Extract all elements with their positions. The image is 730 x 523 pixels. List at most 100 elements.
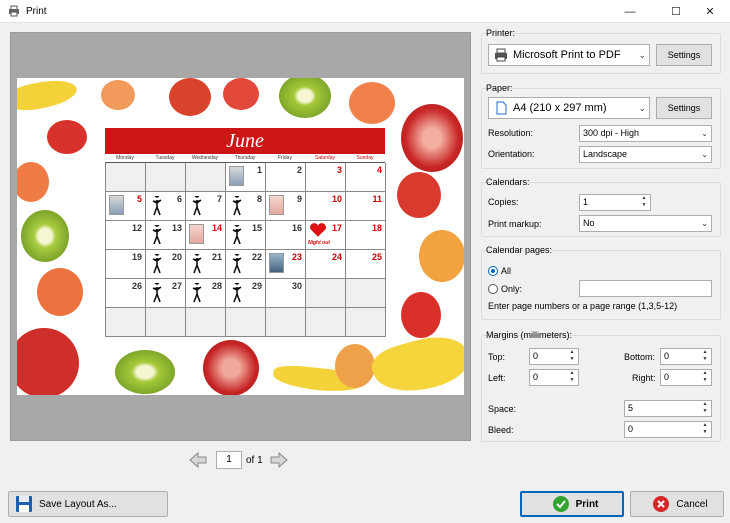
- cancel-button[interactable]: Cancel: [630, 491, 724, 517]
- event-note: Night out: [308, 240, 330, 246]
- calendar-day-cell: [186, 308, 226, 337]
- calendar-day-cell: 9: [266, 192, 306, 221]
- weekday-label: Tuesday: [155, 155, 175, 161]
- calendar-day-cell: [146, 308, 186, 337]
- spin-arrows-icon[interactable]: ▲ ▼: [566, 370, 578, 385]
- calendar-day-number: 5: [136, 194, 142, 204]
- dancer-icon: [152, 225, 162, 245]
- all-pages-radio[interactable]: [488, 266, 498, 276]
- calendar-day-number: 19: [131, 252, 142, 262]
- next-page-button[interactable]: [269, 451, 289, 469]
- event-photo: [229, 166, 244, 186]
- printer-icon: [495, 48, 507, 62]
- calendar-day-number: 16: [291, 223, 302, 233]
- print-markup-select[interactable]: No ⌄: [579, 215, 712, 232]
- calendar-day-cell: 25: [346, 250, 386, 279]
- calendars-group: Calendars: Copies: 1 ▲ ▼ Print markup: No…: [481, 177, 721, 237]
- calendar-day-cell: 26: [106, 279, 146, 308]
- chevron-down-icon: ⌄: [638, 103, 646, 113]
- resolution-select[interactable]: 300 dpi - High ⌄: [579, 125, 712, 142]
- event-photo: [189, 224, 204, 244]
- orientation-label: Orientation:: [488, 149, 535, 159]
- event-photo: [109, 195, 124, 215]
- print-markup-value: No: [583, 218, 595, 228]
- event-photo: [269, 195, 284, 215]
- kiwi-decoration: [21, 210, 69, 262]
- print-button[interactable]: Print: [520, 491, 624, 517]
- dancer-icon: [232, 196, 242, 216]
- orientation-value: Landscape: [583, 149, 628, 159]
- calendar-day-number: 12: [131, 223, 142, 233]
- bleed-label: Bleed:: [488, 425, 514, 435]
- bleed-stepper[interactable]: 0 ▲ ▼: [624, 421, 712, 438]
- spin-arrows-icon[interactable]: ▲ ▼: [699, 370, 711, 385]
- calendar-day-number: 15: [251, 223, 262, 233]
- close-icon: ✕: [705, 6, 715, 18]
- maximize-icon: ☐: [671, 6, 681, 18]
- print-preview-area[interactable]: June Monday Tuesday Wednesday Thursday F…: [10, 32, 471, 441]
- space-label: Space:: [488, 404, 517, 414]
- dancer-icon: [192, 283, 202, 303]
- spin-arrows-icon[interactable]: ▲ ▼: [699, 401, 711, 416]
- calendar-day-cell: [346, 308, 386, 337]
- window-title: Print: [26, 6, 47, 17]
- left-margin-stepper[interactable]: 0 ▲ ▼: [529, 369, 579, 386]
- page-number-input[interactable]: 1: [216, 451, 242, 469]
- calendar-day-number: 2: [296, 165, 302, 175]
- spin-arrows-icon[interactable]: ▲ ▼: [638, 195, 650, 210]
- calendar-day-number: 30: [291, 281, 302, 291]
- close-button[interactable]: ✕: [690, 0, 730, 23]
- peach-decoration: [419, 230, 464, 282]
- only-pages-label: Only:: [501, 284, 523, 294]
- left-margin-value: 0: [533, 372, 539, 382]
- dancer-icon: [152, 196, 162, 216]
- printer-settings-button[interactable]: Settings: [656, 44, 712, 66]
- dancer-icon: [152, 283, 162, 303]
- orientation-select[interactable]: Landscape ⌄: [579, 146, 712, 163]
- spin-arrows-icon[interactable]: ▲ ▼: [699, 349, 711, 364]
- margins-group: Margins (millimeters): Top: 0 ▲ ▼ Bottom:…: [481, 330, 721, 442]
- calendar-day-cell: 8: [226, 192, 266, 221]
- printer-settings-label: Settings: [667, 50, 701, 60]
- calendar-day-number: 8: [256, 194, 262, 204]
- heart-icon: [310, 223, 326, 237]
- top-margin-stepper[interactable]: 0 ▲ ▼: [529, 348, 579, 365]
- previous-page-button[interactable]: [188, 451, 208, 469]
- paper-settings-button[interactable]: Settings: [656, 97, 712, 119]
- printer-select[interactable]: Microsoft Print to PDF ⌄: [488, 44, 650, 66]
- paper-settings-label: Settings: [667, 103, 701, 113]
- save-layout-button[interactable]: Save Layout As...: [8, 491, 168, 517]
- minimize-button[interactable]: —: [610, 0, 650, 23]
- space-stepper[interactable]: 5 ▲ ▼: [624, 400, 712, 417]
- copies-stepper[interactable]: 1 ▲ ▼: [579, 194, 651, 211]
- calendar-day-cell: 27: [146, 279, 186, 308]
- weekday-label: Friday: [278, 155, 292, 161]
- calendar-day-cell: 28: [186, 279, 226, 308]
- right-margin-value: 0: [664, 372, 670, 382]
- paper-size-select[interactable]: A4 (210 x 297 mm) ⌄: [488, 97, 650, 119]
- calendar-day-number: 7: [216, 194, 222, 204]
- page-range-input[interactable]: [579, 280, 712, 297]
- title-bar: Print — ☐ ✕: [0, 0, 730, 23]
- spin-arrows-icon[interactable]: ▲ ▼: [566, 349, 578, 364]
- page-range-hint: Enter page numbers or a page range (1,3,…: [488, 301, 678, 311]
- copies-value: 1: [583, 197, 589, 207]
- bottom-margin-stepper[interactable]: 0 ▲ ▼: [660, 348, 712, 365]
- apricot-decoration: [37, 268, 83, 316]
- margins-group-title: Margins (millimeters):: [486, 330, 573, 340]
- strawberry-decoration: [223, 78, 259, 110]
- calendar-day-cell: 29: [226, 279, 266, 308]
- calendar-weekday-row: Monday Tuesday Wednesday Thursday Friday…: [105, 154, 385, 163]
- spin-arrows-icon[interactable]: ▲ ▼: [699, 422, 711, 437]
- calendar-day-cell: [306, 279, 346, 308]
- only-pages-radio[interactable]: [488, 284, 498, 294]
- calendars-group-title: Calendars:: [486, 177, 530, 187]
- calendar-day-cell: 6: [146, 192, 186, 221]
- bottom-margin-value: 0: [664, 351, 670, 361]
- right-margin-stepper[interactable]: 0 ▲ ▼: [660, 369, 712, 386]
- calendar-day-number: 23: [291, 252, 302, 262]
- calendar-month-title: June: [105, 128, 385, 154]
- calendar-day-number: 22: [251, 252, 262, 262]
- bottom-margin-label: Bottom:: [624, 352, 656, 362]
- page-count-label: of 1: [246, 454, 263, 466]
